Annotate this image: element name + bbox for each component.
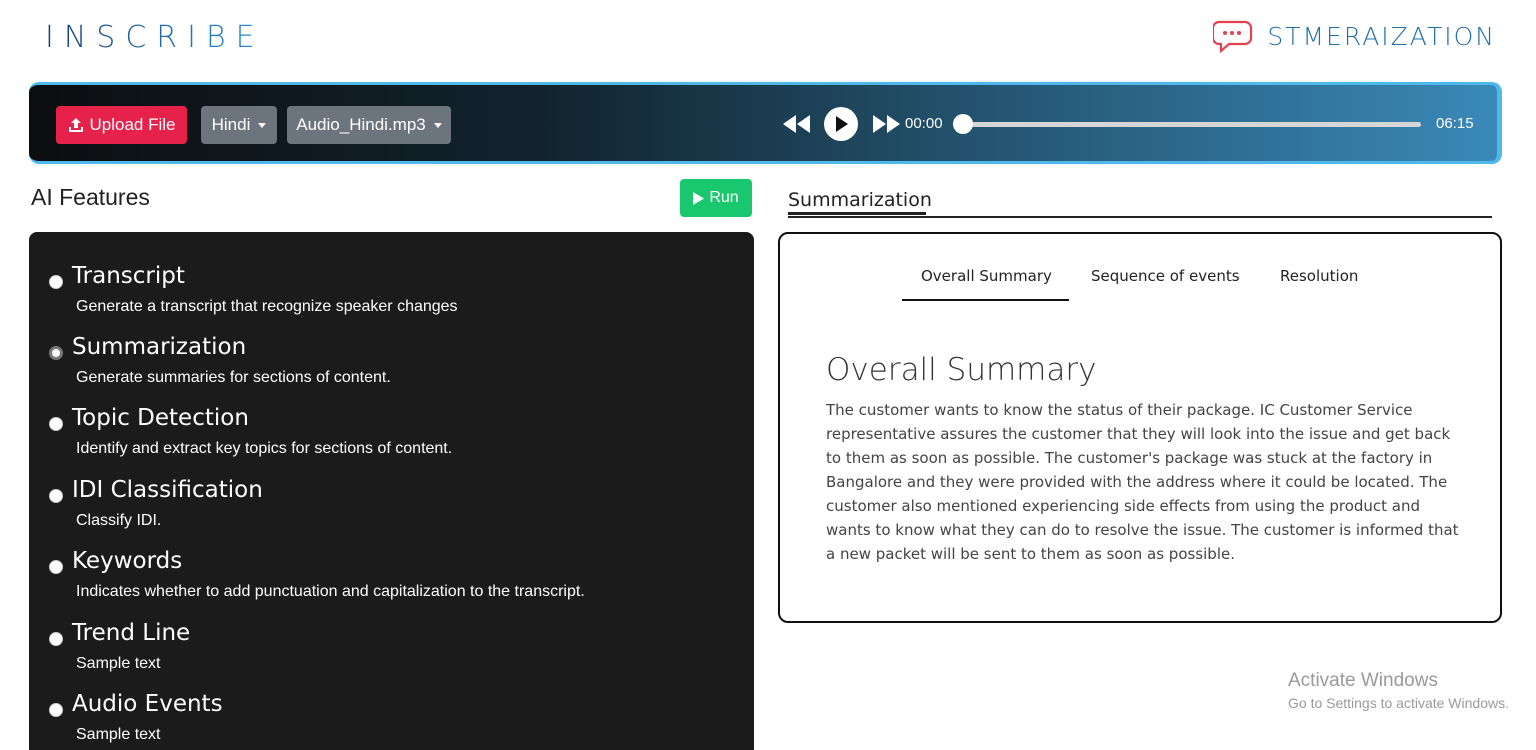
progress-thumb[interactable] — [953, 114, 973, 134]
subtab-active-indicator — [902, 299, 1069, 301]
upload-file-button[interactable]: Upload File — [56, 106, 187, 144]
feature-title: Summarization — [72, 334, 247, 360]
subtab-resolution[interactable]: Resolution — [1280, 267, 1358, 285]
upload-label: Upload File — [89, 115, 176, 134]
feature-description: Sample text — [76, 655, 161, 672]
subtab-overall-summary[interactable]: Overall Summary — [921, 267, 1052, 285]
total-time: 06:15 — [1436, 115, 1474, 132]
inscribe-logo: INSCRIBE — [45, 20, 265, 55]
radio-button[interactable] — [49, 489, 63, 503]
feature-description: Sample text — [76, 726, 161, 743]
play-button[interactable] — [824, 107, 858, 141]
watermark-line1: Activate Windows — [1288, 670, 1438, 691]
summary-card: Overall Summary Sequence of events Resol… — [778, 232, 1502, 623]
feature-description: Identify and extract key topics for sect… — [76, 440, 453, 457]
tab-summarization[interactable]: Summarization — [788, 189, 932, 211]
app-page: INSCRIBE STMERAIZATION Upload File Hindi… — [0, 0, 1536, 750]
feature-title: IDI Classification — [72, 477, 263, 503]
ai-features-title: AI Features — [31, 184, 150, 210]
audio-player-bar: Upload File Hindi Audio_Hindi.mp3 00:00 … — [29, 82, 1502, 164]
upload-icon — [68, 118, 83, 132]
caret-down-icon — [433, 122, 442, 128]
feature-title: Keywords — [72, 548, 183, 574]
feature-title: Trend Line — [72, 620, 191, 646]
tab-active-indicator — [788, 212, 926, 215]
language-value: Hindi — [211, 115, 251, 134]
radio-button[interactable] — [49, 346, 63, 360]
features-panel: Transcript Generate a transcript that re… — [29, 232, 754, 750]
play-icon — [836, 116, 848, 132]
subtab-sequence-of-events[interactable]: Sequence of events — [1091, 267, 1240, 285]
run-label: Run — [709, 189, 739, 206]
feature-description: Generate summaries for sections of conte… — [76, 369, 391, 386]
rewind-icon[interactable] — [783, 115, 811, 133]
watermark-line2: Go to Settings to activate Windows. — [1288, 695, 1509, 711]
radio-button[interactable] — [49, 632, 63, 646]
progress-track[interactable] — [961, 122, 1421, 127]
audio-file-value: Audio_Hindi.mp3 — [296, 115, 426, 134]
feature-title: Audio Events — [72, 691, 223, 717]
caret-down-icon — [258, 122, 267, 128]
tab-divider — [788, 216, 1492, 218]
radio-button[interactable] — [49, 703, 63, 717]
current-time: 00:00 — [905, 115, 943, 132]
summary-heading: Overall Summary — [826, 352, 1097, 388]
feature-description: Indicates whether to add punctuation and… — [76, 583, 585, 600]
run-button[interactable]: Run — [680, 179, 752, 217]
feature-description: Classify IDI. — [76, 512, 162, 529]
feature-title: Transcript — [72, 263, 185, 289]
brand-text: STMERAIZATION — [1267, 21, 1496, 51]
feature-title: Topic Detection — [72, 405, 249, 431]
radio-button[interactable] — [49, 560, 63, 574]
radio-button[interactable] — [49, 275, 63, 289]
play-triangle-icon — [693, 191, 705, 205]
fast-forward-icon[interactable] — [872, 115, 900, 133]
audio-file-dropdown[interactable]: Audio_Hindi.mp3 — [287, 106, 451, 144]
feature-description: Generate a transcript that recognize spe… — [76, 298, 458, 315]
windows-activation-watermark: Activate Windows Go to Settings to activ… — [1288, 670, 1509, 711]
chat-bubble-icon — [1213, 20, 1253, 54]
summary-text: The customer wants to know the status of… — [826, 401, 1459, 563]
radio-button[interactable] — [49, 417, 63, 431]
customeraization-logo: STMERAIZATION — [1213, 18, 1496, 54]
language-dropdown[interactable]: Hindi — [201, 106, 277, 144]
